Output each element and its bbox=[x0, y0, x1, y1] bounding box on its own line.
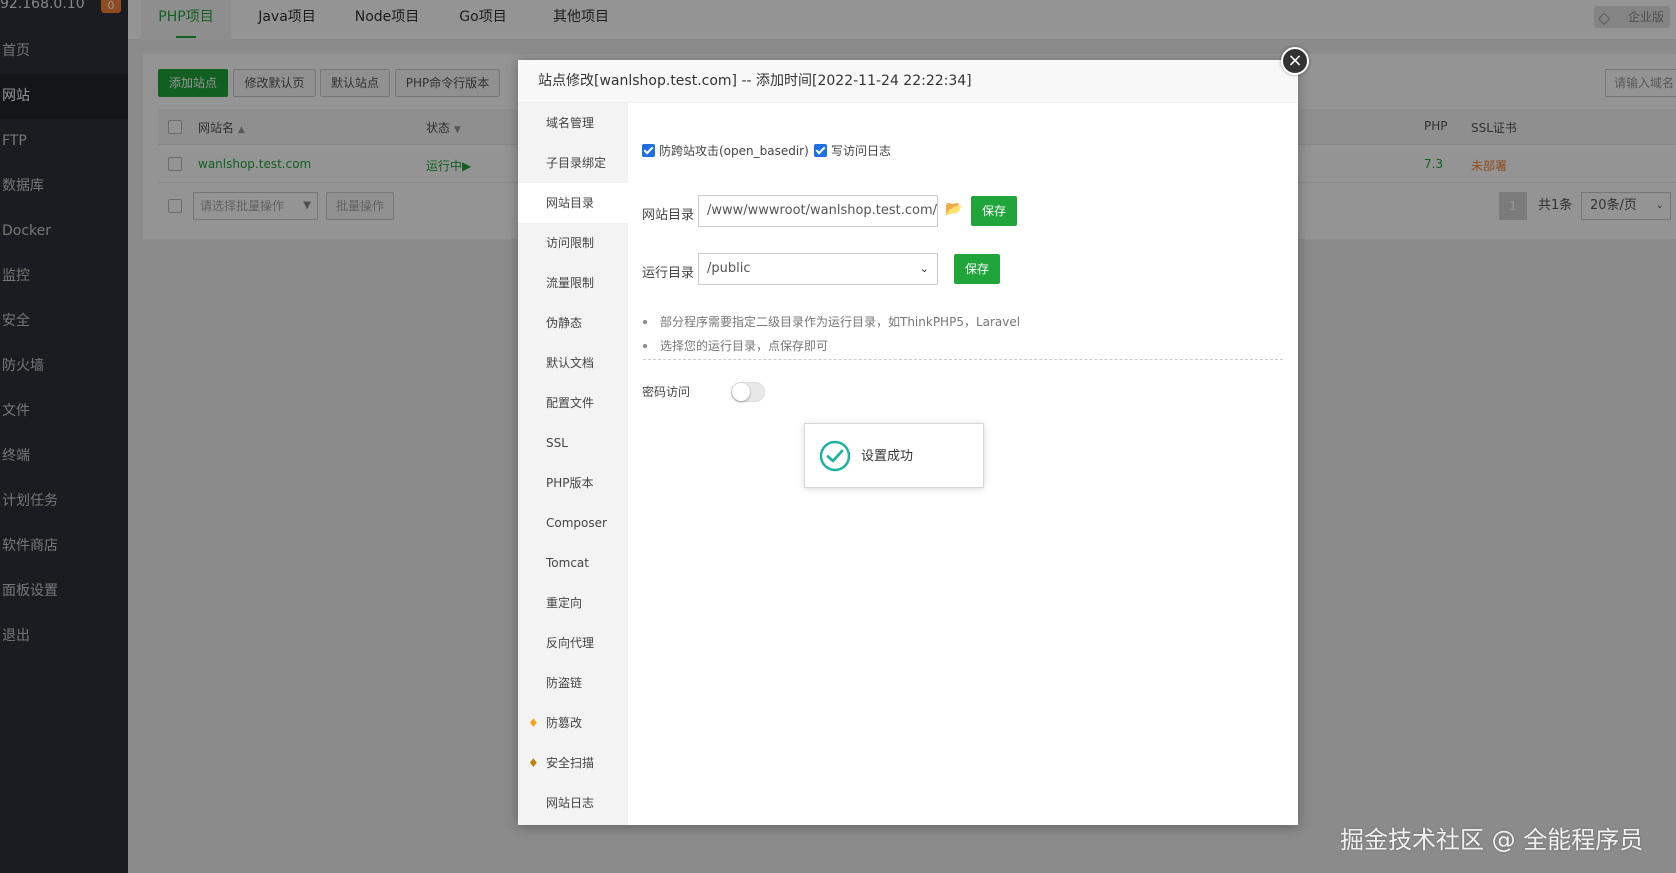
menu-item-tamper-proof-label: 防篡改 bbox=[546, 716, 583, 730]
access-log-label: 写访问日志 bbox=[831, 144, 892, 158]
site-edit-modal: 站点修改[wanlshop.test.com] -- 添加时间[2022-11-… bbox=[518, 47, 1309, 825]
gem-icon: ♦ bbox=[528, 756, 539, 770]
divider bbox=[643, 359, 1283, 360]
run-dir-label: 运行目录 bbox=[642, 266, 695, 281]
menu-item-domain[interactable]: 域名管理 bbox=[518, 103, 628, 143]
menu-item-php-version[interactable]: PHP版本 bbox=[518, 463, 628, 503]
menu-item-security-scan-label: 安全扫描 bbox=[546, 756, 595, 770]
access-log-checkbox[interactable]: 写访问日志 bbox=[814, 143, 891, 159]
password-access-toggle[interactable] bbox=[731, 382, 765, 402]
menu-item-redirect[interactable]: 重定向 bbox=[518, 583, 628, 623]
chevron-down-icon: ⌄ bbox=[919, 262, 929, 275]
checkbox-checked-icon bbox=[814, 144, 827, 157]
close-icon[interactable]: × bbox=[1281, 47, 1309, 75]
toast-message: 设置成功 bbox=[861, 449, 914, 464]
modal-menu: 域名管理 子目录绑定 网站目录 访问限制 流量限制 伪静态 默认文档 配置文件 … bbox=[518, 103, 628, 825]
menu-item-site-log[interactable]: 网站日志 bbox=[518, 783, 628, 823]
run-dir-value: /public bbox=[707, 261, 751, 276]
open-basedir-checkbox[interactable]: 防跨站攻击(open_basedir) bbox=[642, 143, 809, 159]
save-site-dir-button[interactable]: 保存 bbox=[971, 196, 1017, 226]
open-basedir-label: 防跨站攻击(open_basedir) bbox=[659, 144, 809, 158]
toggle-knob bbox=[732, 383, 750, 401]
gem-icon: ♦ bbox=[528, 716, 539, 730]
run-dir-select[interactable]: /public ⌄ bbox=[698, 253, 938, 285]
menu-item-site-dir[interactable]: 网站目录 bbox=[518, 183, 628, 223]
tip-item: 部分程序需要指定二级目录作为运行目录，如ThinkPHP5，Laravel bbox=[643, 313, 1020, 330]
folder-open-icon[interactable]: 📂 bbox=[945, 201, 962, 217]
menu-item-config-file[interactable]: 配置文件 bbox=[518, 383, 628, 423]
site-dir-label: 网站目录 bbox=[642, 208, 695, 223]
watermark: 掘金技术社区 @ 全能程序员 bbox=[1340, 826, 1644, 854]
menu-item-hotlink[interactable]: 防盗链 bbox=[518, 663, 628, 703]
tip-text: 部分程序需要指定二级目录作为运行目录，如ThinkPHP5，Laravel bbox=[660, 315, 1021, 329]
site-dir-input[interactable]: /www/wwwroot/wanlshop.test.com/fast bbox=[698, 195, 938, 227]
site-dir-settings: 防跨站攻击(open_basedir) 写访问日志 网站目录 /www/wwwr… bbox=[628, 103, 1298, 825]
menu-item-tomcat[interactable]: Tomcat bbox=[518, 543, 628, 583]
checkbox-checked-icon bbox=[642, 144, 655, 157]
password-access-label: 密码访问 bbox=[642, 385, 691, 399]
check-circle-icon bbox=[819, 440, 851, 472]
menu-item-traffic-limit[interactable]: 流量限制 bbox=[518, 263, 628, 303]
tip-text: 选择您的运行目录，点保存即可 bbox=[660, 339, 829, 353]
tip-item: 选择您的运行目录，点保存即可 bbox=[643, 337, 828, 354]
menu-item-security-scan[interactable]: ♦ 安全扫描 bbox=[518, 743, 628, 783]
menu-item-tamper-proof[interactable]: ♦ 防篡改 bbox=[518, 703, 628, 743]
modal-title: 站点修改[wanlshop.test.com] -- 添加时间[2022-11-… bbox=[518, 60, 1298, 103]
menu-item-ssl[interactable]: SSL bbox=[518, 423, 628, 463]
success-toast: 设置成功 bbox=[804, 423, 984, 488]
menu-item-subdir[interactable]: 子目录绑定 bbox=[518, 143, 628, 183]
menu-item-access-limit[interactable]: 访问限制 bbox=[518, 223, 628, 263]
menu-item-rewrite[interactable]: 伪静态 bbox=[518, 303, 628, 343]
menu-item-reverse-proxy[interactable]: 反向代理 bbox=[518, 623, 628, 663]
menu-item-composer[interactable]: Composer bbox=[518, 503, 628, 543]
menu-item-default-doc[interactable]: 默认文档 bbox=[518, 343, 628, 383]
save-run-dir-button[interactable]: 保存 bbox=[954, 254, 1000, 284]
